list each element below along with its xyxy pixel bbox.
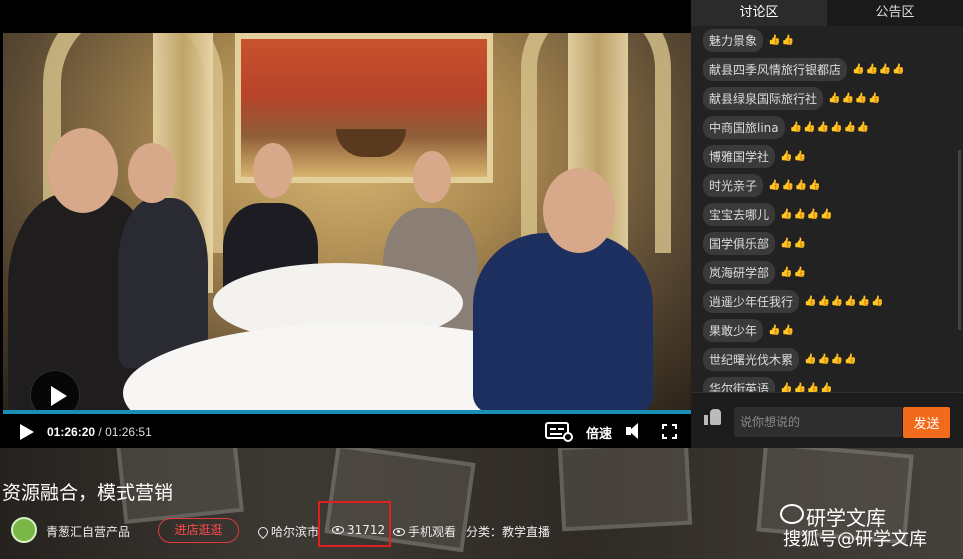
- speed-button[interactable]: 倍速: [586, 423, 612, 442]
- video-frame[interactable]: [3, 33, 691, 411]
- chat-message: 中商国旅lina 👍👍👍👍👍👍: [691, 113, 963, 142]
- wechat-logo-icon: [780, 504, 804, 524]
- chat-message: 岚海研学部 👍👍: [691, 258, 963, 287]
- thumbs-up-icon: 👍👍👍👍: [852, 64, 906, 75]
- tab-announcement[interactable]: 公告区: [827, 0, 963, 26]
- thumbs-up-icon: 👍👍: [780, 238, 807, 249]
- live-info-bar: 资源融合，模式营销 青葱汇自营产品 进店逛逛 哈尔滨市 31712 手机观看 分…: [0, 448, 963, 559]
- chat-message: 国学俱乐部 👍👍: [691, 229, 963, 258]
- thumbs-up-icon: 👍👍👍👍: [780, 383, 834, 392]
- chat-message: 献县四季风情旅行银都店 👍👍👍👍: [691, 55, 963, 84]
- chat-user-name[interactable]: 献县四季风情旅行银都店: [703, 58, 848, 81]
- person: [473, 233, 653, 411]
- thumbs-up-icon: 👍👍: [768, 35, 795, 46]
- chat-user-name[interactable]: 宝宝去哪儿: [703, 203, 776, 226]
- chat-user-name[interactable]: 果敢少年: [703, 319, 764, 342]
- watch-on-mobile[interactable]: 手机观看: [393, 523, 456, 540]
- annotation-highlight-box: [318, 501, 391, 547]
- fullscreen-icon[interactable]: [662, 424, 677, 439]
- total-time: 01:26:51: [105, 425, 152, 439]
- thumbs-up-icon: 👍👍👍👍: [828, 93, 882, 104]
- person-head: [128, 143, 176, 203]
- send-button[interactable]: 发送: [903, 407, 950, 438]
- category-text: 分类：教学直播: [466, 525, 551, 539]
- person-head: [253, 143, 293, 198]
- chat-input[interactable]: [734, 407, 902, 437]
- shop-name[interactable]: 青葱汇自营产品: [46, 523, 130, 540]
- volume-icon[interactable]: [626, 423, 644, 439]
- chat-user-name[interactable]: 华尔街英语: [703, 377, 776, 392]
- live-title: 资源融合，模式营销: [2, 482, 174, 504]
- chat-message: 魅力景象 👍👍: [691, 26, 963, 55]
- chat-message: 博雅国学社 👍👍: [691, 142, 963, 171]
- thumbs-up-icon: 👍👍👍👍: [780, 209, 834, 220]
- person-head: [413, 151, 451, 203]
- chat-composer: 发送: [691, 392, 963, 448]
- thumbs-up-icon: 👍👍👍👍👍👍: [804, 296, 885, 307]
- watch-on-mobile-text[interactable]: 手机观看: [408, 525, 456, 539]
- discussion-panel: 讨论区 公告区 魅力景象 👍👍 献县四季风情旅行银都店 👍👍👍👍 献县绿泉国际旅行社…: [691, 0, 963, 448]
- shop-avatar[interactable]: [11, 517, 37, 543]
- thumbs-up-icon: 👍👍: [780, 267, 807, 278]
- visit-shop-button[interactable]: 进店逛逛: [158, 518, 239, 543]
- chat-user-name[interactable]: 世纪曙光伐木累: [703, 348, 800, 371]
- chat-user-name[interactable]: 国学俱乐部: [703, 232, 776, 255]
- player-controls: 01:26:20 / 01:26:51 倍速: [0, 414, 691, 448]
- chat-scrollbar[interactable]: [958, 150, 961, 330]
- location-pin-icon: [255, 524, 271, 540]
- chat-message: 时光亲子 👍👍👍👍: [691, 171, 963, 200]
- subtitle-off-icon[interactable]: [545, 422, 573, 442]
- chat-user-name[interactable]: 魅力景象: [703, 29, 764, 52]
- current-time: 01:26:20: [47, 425, 96, 439]
- chat-message: 宝宝去哪儿 👍👍👍👍: [691, 200, 963, 229]
- thumbs-up-icon: 👍👍: [768, 325, 795, 336]
- person-head: [48, 128, 118, 213]
- person-head: [543, 168, 615, 253]
- chat-user-name[interactable]: 中商国旅lina: [703, 116, 785, 139]
- watermark-handle: 搜狐号@研学文库: [783, 529, 927, 550]
- chat-message: 果敢少年 👍👍: [691, 316, 963, 345]
- chat-message: 华尔街英语 👍👍👍👍: [691, 374, 963, 392]
- like-thumb-icon[interactable]: [704, 409, 722, 425]
- panel-tabs: 讨论区 公告区: [691, 0, 963, 26]
- chat-user-name[interactable]: 逍遥少年任我行: [703, 290, 800, 313]
- chat-user-name[interactable]: 岚海研学部: [703, 261, 776, 284]
- location: 哈尔滨市: [255, 523, 320, 540]
- eye-icon: [393, 528, 405, 536]
- chat-list[interactable]: 魅力景象 👍👍 献县四季风情旅行银都店 👍👍👍👍 献县绿泉国际旅行社 👍👍👍👍 中商国…: [691, 26, 963, 392]
- chat-message: 世纪曙光伐木累 👍👍👍👍: [691, 345, 963, 374]
- tab-discussion[interactable]: 讨论区: [691, 0, 827, 26]
- thumbs-up-icon: 👍👍👍👍: [768, 180, 822, 191]
- time-separator: /: [95, 425, 106, 439]
- chat-user-name[interactable]: 献县绿泉国际旅行社: [703, 87, 824, 110]
- thumbs-up-icon: 👍👍👍👍👍👍: [789, 122, 871, 133]
- location-text: 哈尔滨市: [271, 525, 320, 539]
- chat-user-name[interactable]: 博雅国学社: [703, 145, 776, 168]
- video-player[interactable]: 01:26:20 / 01:26:51 倍速: [0, 0, 691, 448]
- chat-user-name[interactable]: 时光亲子: [703, 174, 764, 197]
- chat-message: 献县绿泉国际旅行社 👍👍👍👍: [691, 84, 963, 113]
- thumbs-up-icon: 👍👍: [780, 151, 807, 162]
- time-display: 01:26:20 / 01:26:51: [47, 425, 152, 439]
- play-icon[interactable]: [20, 424, 34, 440]
- thumbs-up-icon: 👍👍👍👍: [804, 354, 858, 365]
- chat-message: 逍遥少年任我行 👍👍👍👍👍👍: [691, 287, 963, 316]
